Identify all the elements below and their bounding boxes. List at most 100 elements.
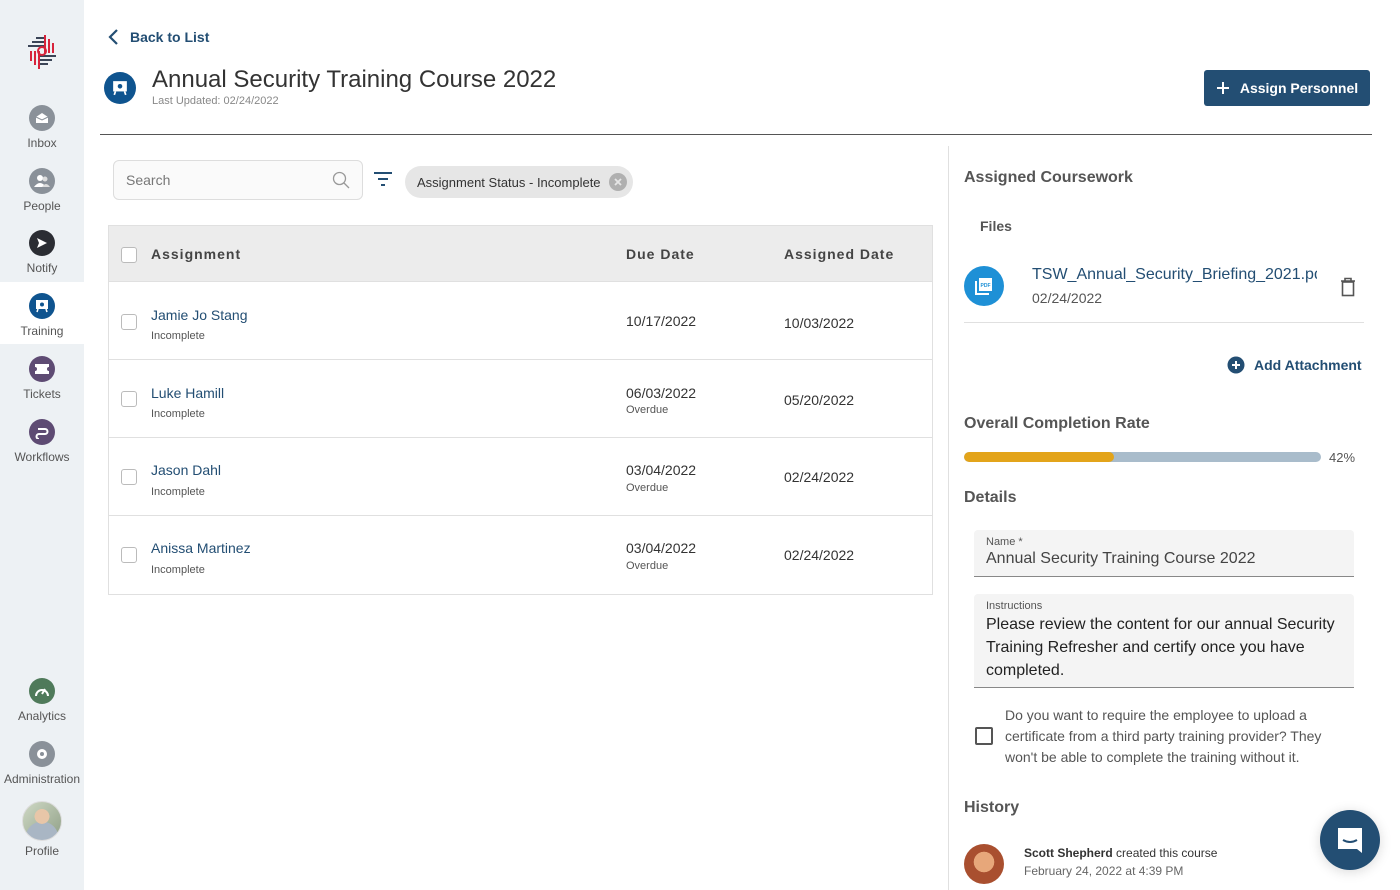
sidebar-item-tickets[interactable]: Tickets [0,356,84,418]
sidebar-item-label: Notify [26,261,58,275]
history-title: History [964,799,1020,816]
sidebar-item-label: Profile [24,844,59,858]
column-header-assigned-date[interactable]: Assigned Date [784,246,894,262]
search-icon[interactable] [332,171,350,189]
table-row: Jason Dahl Incomplete 03/04/2022 Overdue… [109,438,932,516]
due-date: 03/04/2022 [626,462,697,478]
name-field[interactable]: Name * Annual Security Training Course 2… [974,530,1354,577]
chat-launcher-button[interactable] [1320,810,1380,870]
sidebar-item-label: Tickets [23,387,61,401]
sidebar-item-analytics[interactable]: Analytics [0,678,84,740]
column-header-due-date[interactable]: Due Date [626,246,695,262]
sidebar-item-workflows[interactable]: Workflows [0,419,84,481]
back-to-list-link[interactable]: Back to List [106,28,209,46]
assignee-name[interactable]: Anissa Martinez [151,540,251,556]
row-checkbox[interactable] [121,547,137,563]
training-icon [29,293,55,319]
completion-title: Overall Completion Rate [964,415,1150,432]
sidebar-item-inbox[interactable]: Inbox [0,105,84,167]
row-checkbox[interactable] [121,314,137,330]
select-all-checkbox[interactable] [121,247,137,263]
completion-progress-fill [964,452,1114,462]
table-row: Luke Hamill Incomplete 06/03/2022 Overdu… [109,360,932,438]
instructions-field[interactable]: Instructions Please review the content f… [974,594,1354,688]
search-field[interactable] [113,160,363,200]
assignment-status: Incomplete [151,486,205,498]
sidebar-item-label: Administration [3,772,81,786]
table-row: Jamie Jo Stang Incomplete 10/17/2022 10/… [109,282,932,360]
table-header: Assignment Due Date Assigned Date [109,226,932,282]
delete-file-icon[interactable] [1340,277,1356,302]
company-logo[interactable] [22,31,62,71]
row-checkbox[interactable] [121,469,137,485]
file-divider [964,322,1364,323]
close-icon[interactable] [608,173,627,191]
assigned-date: 02/24/2022 [784,469,855,485]
back-label: Back to List [130,29,210,45]
column-header-assignment[interactable]: Assignment [151,246,241,262]
instructions-field-value[interactable]: Please review the content for our annual… [986,613,1342,682]
add-attachment-button[interactable]: Add Attachment [1227,356,1362,374]
completion-percent: 42% [1329,450,1356,465]
files-label: Files [980,218,1012,234]
svg-text:PDF: PDF [981,283,991,289]
name-field-value[interactable]: Annual Security Training Course 2022 [986,550,1342,568]
gauge-icon [29,678,55,704]
sidebar-item-label: People [23,199,61,213]
instructions-field-label: Instructions [986,600,1043,612]
filter-icon[interactable] [373,171,393,192]
history-user-avatar [964,844,1004,884]
history-user-name: Scott Shepherd [1024,846,1113,860]
header-divider [100,134,1372,135]
assign-personnel-button[interactable]: Assign Personnel [1204,70,1370,106]
assignee-name[interactable]: Jamie Jo Stang [151,307,248,323]
sidebar-item-administration[interactable]: Administration [0,741,84,803]
due-date-note: Overdue [626,404,669,416]
history-timestamp: February 24, 2022 at 4:39 PM [1024,864,1184,878]
assigned-date: 02/24/2022 [784,547,855,563]
send-icon [29,230,55,256]
filter-chip[interactable]: Assignment Status - Incomplete [405,166,633,198]
due-date: 06/03/2022 [626,385,697,401]
file-link[interactable]: TSW_Annual_Security_Briefing_2021.pdf [1032,266,1317,284]
page-title: Annual Security Training Course 2022 [152,66,557,93]
name-field-label: Name * [986,536,1023,548]
last-updated: Last Updated: 02/24/2022 [152,95,279,107]
sidebar-item-label: Workflows [14,450,70,464]
due-date: 03/04/2022 [626,540,697,556]
app-root: Inbox People Notify Training Tickets Wor… [0,0,1400,890]
assigned-date: 05/20/2022 [784,392,855,408]
add-circle-icon [1227,356,1245,374]
add-attachment-label: Add Attachment [1254,357,1362,373]
assigned-date: 10/03/2022 [784,315,855,331]
training-icon [104,72,136,104]
sidebar-item-profile[interactable]: Profile [0,801,84,871]
due-date: 10/17/2022 [626,313,697,329]
sidebar-item-people[interactable]: People [0,168,84,230]
sidebar-item-label: Analytics [17,709,67,723]
row-checkbox[interactable] [121,391,137,407]
assignee-name[interactable]: Luke Hamill [151,385,224,401]
sidebar: Inbox People Notify Training Tickets Wor… [0,0,84,890]
history-action: created this course [1116,846,1218,860]
completion-progress-bar [964,452,1321,462]
workflow-icon [29,419,55,445]
assign-personnel-label: Assign Personnel [1239,80,1359,96]
sidebar-item-training[interactable]: Training [0,282,84,344]
inbox-icon [29,105,55,131]
ticket-icon [29,356,55,382]
due-date-note: Overdue [626,560,669,572]
filter-chip-label: Assignment Status - Incomplete [417,174,601,190]
chat-icon [1338,828,1362,853]
assignments-table: Assignment Due Date Assigned Date Jamie … [108,225,933,595]
pdf-icon: PDF [964,266,1004,306]
search-input[interactable] [126,172,332,188]
details-title: Details [964,489,1017,506]
gear-icon [29,741,55,767]
panel-divider [948,146,949,890]
file-date: 02/24/2022 [1032,290,1103,306]
require-certificate-checkbox[interactable] [975,727,993,745]
assignee-name[interactable]: Jason Dahl [151,462,221,478]
avatar [22,801,62,841]
table-row: Anissa Martinez Incomplete 03/04/2022 Ov… [109,516,932,594]
